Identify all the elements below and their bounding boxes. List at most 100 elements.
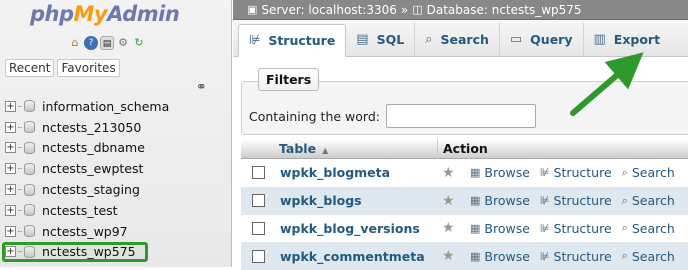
db-item[interactable]: + nctests_ewptest [0,158,231,179]
db-item[interactable]: + nctests_wp97 [0,221,231,242]
logo-admin: Admin [107,2,180,26]
db-name[interactable]: nctests_213050 [42,120,141,135]
db-name[interactable]: nctests_staging [42,182,140,197]
reload-icon[interactable]: ↻ [132,36,146,50]
search-icon: ⌕ [621,193,628,207]
row-checkbox[interactable] [252,194,265,208]
col-header-table[interactable]: Table ▲ [241,141,437,156]
favorite-star-icon[interactable]: ★ [442,220,460,236]
db-item[interactable]: + nctests_test [0,200,231,221]
expand-icon[interactable]: + [5,184,16,196]
db-item[interactable]: + information_schema [0,96,231,117]
favorite-star-icon[interactable]: ★ [442,248,460,264]
structure-action[interactable]: ⊯ Structure [540,165,612,180]
browse-action[interactable]: ▦ Browse [470,221,530,236]
search-action[interactable]: ⌕ Search [622,193,675,208]
database-icon [24,204,35,217]
tab-sql[interactable]: ▤ SQL [346,23,416,56]
table-row: wpkk_commentmeta ★ ▦ Browse ⊯ Structure ⌕ S… [241,242,688,270]
sort-asc-icon: ▲ [322,146,329,155]
search-label: Search [631,220,675,236]
search-icon: ⌕ [621,221,628,235]
favorite-star-icon[interactable]: ★ [442,193,460,209]
db-name[interactable]: nctests_wp97 [42,224,128,239]
row-checkbox[interactable] [252,221,265,235]
search-action[interactable]: ⌕ Search [622,249,675,264]
db-item[interactable]: + nctests_staging [0,179,231,200]
tab-structure[interactable]: ⊯ Structure [238,24,347,57]
tab-query[interactable]: ▭ Query [500,23,584,56]
tab-search[interactable]: ⌕ Search [415,23,500,56]
browse-icon: ▦ [470,249,481,263]
main-panel: ▣ Server: localhost:3306 » ◫ Database: n… [233,0,688,270]
tree-connector [18,147,22,149]
db-name[interactable]: nctests_dbname [42,140,145,155]
expand-icon[interactable]: + [5,100,16,112]
structure-icon: ⊯ [249,33,261,48]
expand-icon[interactable]: + [5,121,16,133]
expand-icon[interactable]: + [5,204,16,216]
logo-my: My [73,2,108,26]
table-name-link[interactable]: wpkk_commentmeta [280,249,442,264]
expand-icon[interactable]: + [5,246,16,258]
database-icon [24,225,35,238]
phpmyadmin-logo[interactable]: phpMyAdmin [30,2,180,26]
query-icon: ▭ [509,32,523,47]
home-icon[interactable]: ⌂ [68,36,82,50]
tree-connector [18,168,22,170]
search-icon: ⌕ [425,32,433,47]
structure-action[interactable]: ⊯ Structure [540,221,612,236]
structure-icon: ⊯ [539,221,550,235]
browse-action[interactable]: ▦ Browse [470,249,530,264]
tables-list: Table ▲ Action wpkk_blogmeta ★ ▦ Browse ⊯ S… [241,138,688,270]
browse-label: Browse [484,220,530,236]
breadcrumb-database[interactable]: Database: nctests_wp575 [427,3,582,17]
db-item-selected[interactable]: + nctests_wp575 [2,241,148,263]
table-name-link[interactable]: wpkk_blog_versions [280,221,442,236]
tree-connector [18,126,22,128]
structure-action[interactable]: ⊯ Structure [540,193,612,208]
database-list: + information_schema + nctests_213050 + nct… [0,96,231,263]
tree-connector [18,230,22,232]
database-icon: ◫ [412,3,423,16]
help-icon[interactable]: ? [84,36,98,50]
expand-icon[interactable]: + [5,225,16,237]
structure-action[interactable]: ⊯ Structure [540,249,612,264]
search-label: Search [631,165,675,181]
table-name-link[interactable]: wpkk_blogs [280,193,442,208]
search-action[interactable]: ⌕ Search [622,165,675,180]
export-icon: ▥ [593,32,606,47]
search-icon: ⌕ [621,249,628,263]
tab-bar: ⊯ Structure ▤ SQL ⌕ Search ▭ Query ▥ Exp… [233,20,688,57]
db-item[interactable]: + nctests_dbname [0,138,231,159]
table-name-link[interactable]: wpkk_blogmeta [280,165,442,180]
settings-icon[interactable]: ⚙ [116,36,130,50]
tab-label: Query [530,32,573,47]
browse-action[interactable]: ▦ Browse [470,193,530,208]
breadcrumb-server[interactable]: Server: localhost:3306 [261,3,396,17]
database-icon [24,162,35,175]
search-label: Search [631,248,675,264]
row-checkbox[interactable] [252,166,265,180]
db-name[interactable]: nctests_ewptest [42,161,143,176]
expand-icon[interactable]: + [5,163,16,175]
link-icon[interactable]: ⚭ [196,80,207,95]
tab-label: Search [440,32,489,47]
tab-export[interactable]: ▥ Export [584,23,671,56]
favorite-star-icon[interactable]: ★ [442,165,460,181]
db-name[interactable]: information_schema [42,99,169,114]
favorites-tab[interactable]: Favorites [57,59,120,77]
col-table-label: Table [279,141,317,156]
search-action[interactable]: ⌕ Search [622,221,675,236]
row-checkbox[interactable] [252,249,265,263]
recent-tab[interactable]: Recent [5,59,55,77]
docs-icon[interactable]: ▤ [100,36,114,50]
browse-icon: ▦ [470,166,481,180]
structure-label: Structure [553,165,612,181]
db-name[interactable]: nctests_test [42,203,118,218]
browse-action[interactable]: ▦ Browse [470,165,530,180]
db-item[interactable]: + nctests_213050 [0,117,231,138]
db-name[interactable]: nctests_wp575 [42,244,136,259]
expand-icon[interactable]: + [5,142,16,154]
filter-input[interactable] [386,104,536,128]
